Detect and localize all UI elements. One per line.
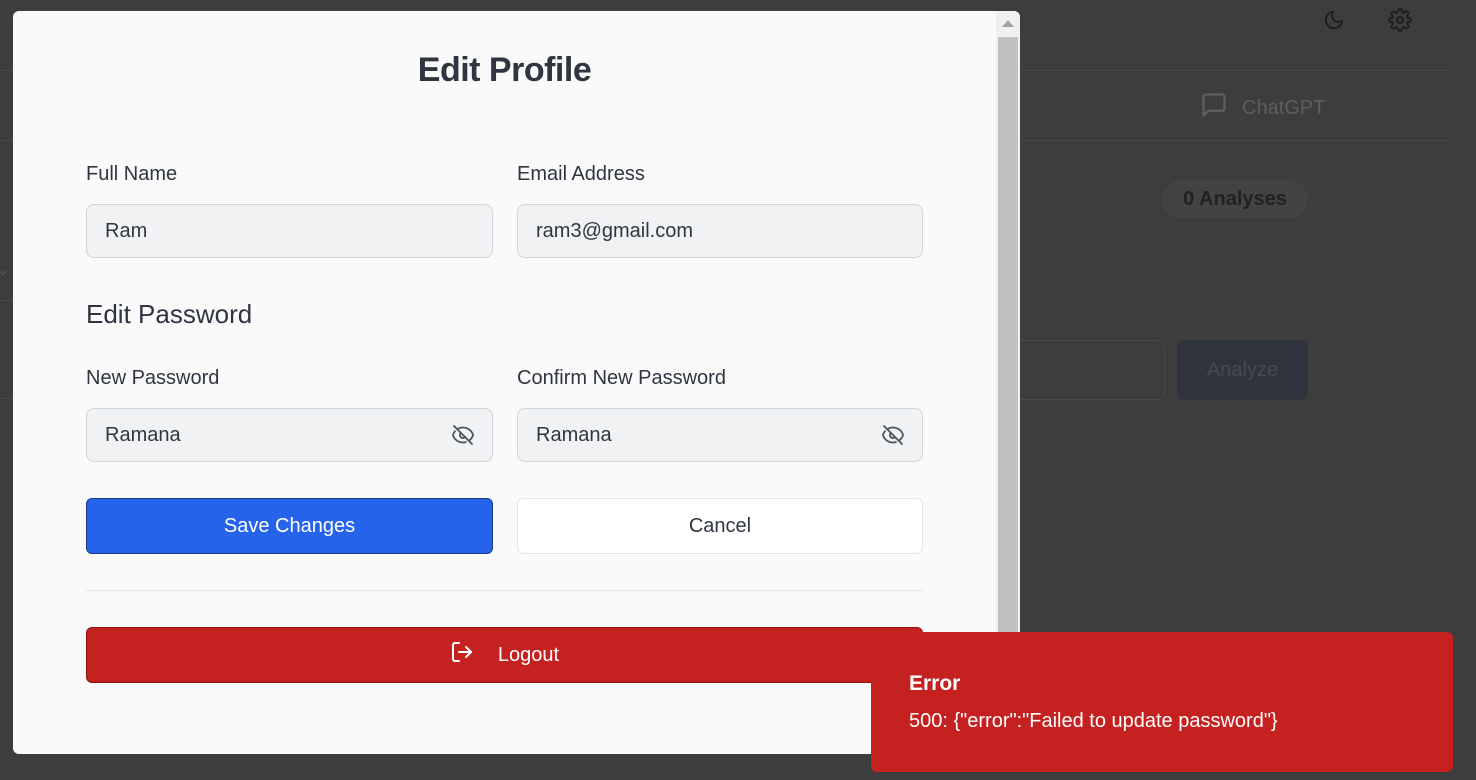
tab-chatgpt-label: ChatGPT <box>1242 96 1326 119</box>
logout-icon <box>450 640 474 670</box>
chevron-down-icon <box>0 266 8 276</box>
moon-icon[interactable] <box>1322 8 1346 32</box>
logout-label: Logout <box>497 643 560 666</box>
analyze-button[interactable]: Analyze <box>1177 340 1308 400</box>
email-label: Email Address <box>517 163 645 185</box>
modal-title: Edit Profile <box>417 51 592 89</box>
analyses-count-badge: 0 Analyses <box>1162 180 1308 218</box>
confirm-password-label: Confirm New Password <box>517 367 726 389</box>
divider <box>0 398 14 399</box>
error-toast[interactable]: Error 500: {"error":"Failed to update pa… <box>871 632 1453 772</box>
save-changes-button[interactable]: Save Changes <box>86 498 493 554</box>
toast-title: Error <box>909 672 961 695</box>
gear-icon[interactable] <box>1388 8 1412 32</box>
cancel-button[interactable]: Cancel <box>517 498 923 554</box>
edit-profile-modal: Edit Profile Full Name Email Address Edi… <box>13 11 1020 754</box>
divider <box>0 300 14 301</box>
full-name-input[interactable] <box>86 204 493 258</box>
confirm-password-input[interactable] <box>517 408 923 462</box>
logout-button[interactable]: Logout <box>86 627 923 683</box>
new-password-label: New Password <box>86 367 220 389</box>
divider <box>86 590 923 591</box>
tab-chatgpt[interactable]: ChatGPT <box>1200 91 1325 125</box>
edit-password-heading: Edit Password <box>86 299 253 329</box>
toast-message: 500: {"error":"Failed to update password… <box>909 710 1278 732</box>
scroll-up-arrow-icon[interactable] <box>1002 20 1014 27</box>
eye-off-icon[interactable] <box>448 420 478 450</box>
eye-off-icon[interactable] <box>878 420 908 450</box>
chat-bubble-icon <box>1200 91 1228 125</box>
new-password-input[interactable] <box>86 408 493 462</box>
email-input[interactable] <box>517 204 923 258</box>
full-name-label: Full Name <box>86 163 178 185</box>
scrollbar-thumb[interactable] <box>998 37 1018 657</box>
